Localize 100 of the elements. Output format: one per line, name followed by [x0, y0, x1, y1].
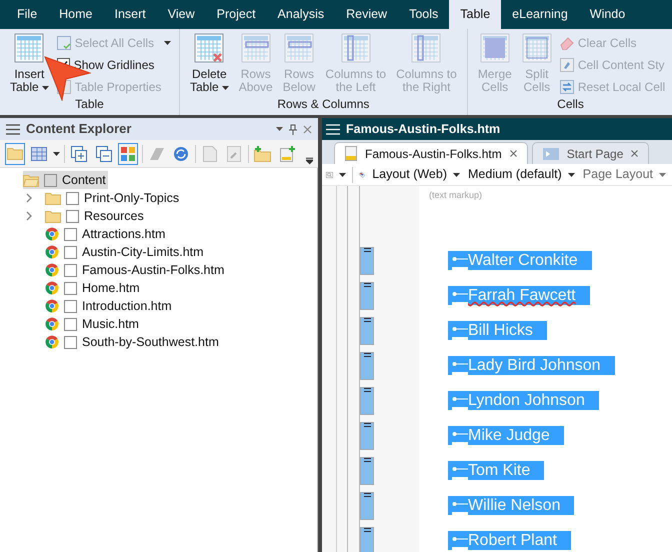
menu-tab[interactable]: Insert	[104, 0, 157, 29]
close-icon[interactable]	[510, 150, 517, 157]
checkbox[interactable]	[64, 300, 77, 312]
delete-table-icon	[194, 33, 224, 63]
group-label: Table	[74, 96, 105, 113]
structure-bar[interactable]	[360, 387, 374, 415]
document-icon	[203, 146, 218, 162]
folder-add-icon	[254, 146, 272, 162]
structure-bar[interactable]	[360, 422, 374, 450]
tree-item[interactable]: Resources	[45, 207, 146, 225]
close-icon[interactable]	[631, 150, 638, 157]
list-icon	[364, 248, 370, 252]
tree-item[interactable]: Content	[23, 171, 108, 189]
tiles-icon	[120, 146, 136, 162]
hint-text: (text markup)	[429, 189, 482, 202]
document-icon	[345, 146, 357, 161]
browser-icon	[45, 245, 59, 259]
layout-dropdown[interactable]: Medium (default)	[468, 165, 577, 184]
checkbox[interactable]	[64, 336, 77, 348]
checkbox[interactable]	[44, 174, 57, 186]
menu-tab[interactable]: Windo	[578, 0, 636, 29]
structure-bar[interactable]	[360, 247, 374, 275]
caret-icon	[453, 172, 460, 176]
tree-item[interactable]: Music.htm	[45, 315, 141, 333]
group-label: Rows & Columns	[276, 96, 370, 113]
bullet-marker-icon	[448, 426, 468, 445]
browser-icon	[45, 227, 59, 241]
bullet-marker-icon	[448, 391, 468, 410]
list-icon	[364, 458, 370, 462]
checkbox[interactable]	[64, 282, 77, 294]
checkbox[interactable]	[64, 318, 77, 330]
list-item: Lady Bird Johnson	[468, 356, 615, 375]
tree-item[interactable]: Famous-Austin-Folks.htm	[45, 261, 226, 279]
list-icon	[364, 353, 370, 357]
menu-tab[interactable]: eLearning	[501, 0, 579, 29]
browser-icon	[45, 263, 59, 277]
structure-bar[interactable]	[360, 527, 374, 552]
structure-bar[interactable]	[360, 352, 374, 380]
folder-icon	[7, 147, 24, 160]
overflow-icon[interactable]	[306, 157, 314, 165]
menu-tab[interactable]: Review	[335, 0, 398, 29]
structure-bar[interactable]	[360, 282, 374, 310]
tree-item[interactable]: Austin-City-Limits.htm	[45, 243, 206, 261]
pin-icon[interactable]	[289, 124, 297, 134]
caret-icon	[659, 172, 666, 176]
refresh-icon	[560, 80, 574, 94]
sync-icon	[173, 146, 190, 162]
folder-icon	[23, 174, 39, 186]
list-icon	[364, 423, 370, 427]
browser-icon	[45, 281, 59, 295]
menu-tab[interactable]: Tools	[398, 0, 450, 29]
document-tab[interactable]: Famous-Austin-Folks.htm	[334, 142, 528, 164]
caret-icon	[276, 127, 283, 131]
menu-tab[interactable]: Analysis	[266, 0, 336, 29]
menu-icon[interactable]	[6, 124, 20, 134]
chevron-right-icon[interactable]	[25, 193, 33, 203]
tree-item[interactable]: South-by-Southwest.htm	[45, 333, 221, 351]
bullet-marker-icon	[448, 251, 468, 270]
folder-button[interactable]	[5, 142, 26, 164]
file-add-icon	[280, 146, 296, 162]
paint-icon	[560, 58, 574, 72]
eraser-icon	[560, 36, 574, 50]
checkbox[interactable]	[64, 264, 77, 276]
structure-bar[interactable]	[360, 457, 374, 485]
checkbox[interactable]	[64, 228, 77, 240]
minus-icon	[96, 146, 112, 162]
list-icon	[364, 388, 370, 392]
tiles-button[interactable]	[118, 142, 138, 164]
tree-item[interactable]: Introduction.htm	[45, 297, 174, 315]
structure-bar[interactable]	[360, 317, 374, 345]
plus-icon	[71, 146, 88, 162]
browser-icon	[45, 299, 59, 313]
ribbon-button[interactable]: Insert Table	[8, 33, 51, 95]
menu-tab[interactable]: Table	[449, 0, 502, 29]
menu-tab[interactable]: View	[156, 0, 206, 29]
menu-tab[interactable]: Home	[48, 0, 104, 29]
tree-item[interactable]: Print-Only-Topics	[45, 189, 182, 207]
list-item: Farrah Fawcett	[468, 286, 590, 305]
menu-tab[interactable]: Project	[206, 0, 267, 29]
ribbon-button[interactable]: Delete Table	[188, 33, 231, 95]
document-tab[interactable]: Start Page	[532, 142, 650, 164]
chevron-right-icon[interactable]	[25, 211, 33, 221]
layout-dropdown[interactable]: Layout (Web)	[372, 165, 462, 184]
menu-tab[interactable]: File	[6, 0, 48, 29]
browser-icon	[45, 335, 59, 349]
bullet-marker-icon	[448, 286, 468, 305]
bullet-marker-icon	[448, 496, 468, 515]
list-item: Tom Kite	[468, 461, 544, 480]
list-item: Lyndon Johnson	[468, 391, 599, 410]
checkbox[interactable]	[66, 192, 79, 204]
tree-item[interactable]: Home.htm	[45, 279, 142, 297]
folder-icon	[45, 192, 61, 204]
list-item: Willie Nelson	[468, 496, 574, 515]
checkbox[interactable]	[64, 246, 77, 258]
checkbox[interactable]	[66, 210, 79, 222]
structure-bar[interactable]	[360, 492, 374, 520]
list-icon	[364, 493, 370, 497]
close-icon[interactable]	[303, 124, 312, 134]
wrench-icon	[227, 146, 242, 162]
tree-item[interactable]: Attractions.htm	[45, 225, 168, 243]
